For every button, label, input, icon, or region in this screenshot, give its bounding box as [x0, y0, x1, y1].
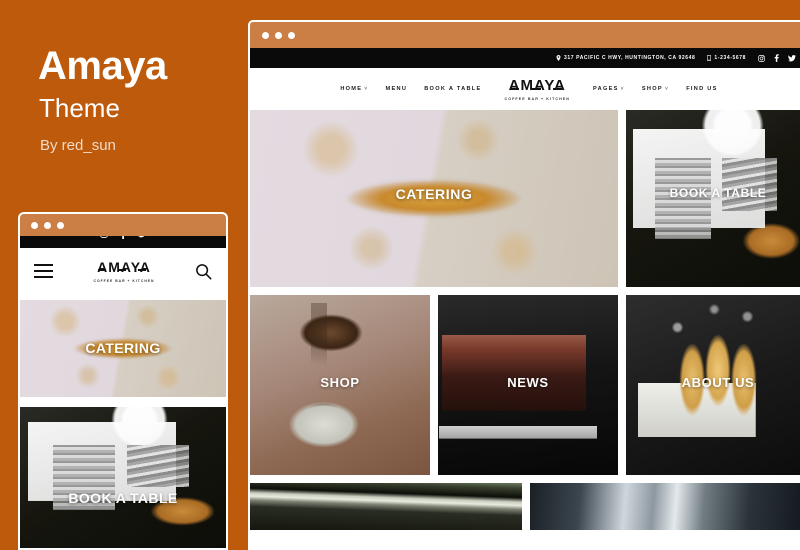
hamburger-menu-icon[interactable] [34, 264, 53, 278]
mobile-site-logo[interactable]: AMAYA COFFEE BAR + KITCHEN [94, 259, 155, 283]
phone-item[interactable]: 1-234-5678 [707, 55, 746, 61]
facebook-icon[interactable] [774, 54, 779, 62]
chevron-down-icon: ˅ [620, 86, 625, 92]
logo-bar-2-icon [531, 87, 541, 90]
location-pin-icon [556, 55, 561, 61]
nav-item-pages[interactable]: PAGES ˅ [593, 86, 625, 92]
close-dot-icon[interactable] [31, 221, 38, 229]
nav-item-pages-label: PAGES [592, 86, 619, 92]
logo-bar-3-icon [138, 269, 147, 271]
page-title: Amaya [38, 44, 167, 88]
desktop-preview-window: 317 PACIFIC C HWY, HUNTINGTON, CA 92648 … [248, 20, 800, 550]
screenshot-stage: Amaya Theme By red_sun 317 PACIFIC C HWY… [0, 0, 800, 550]
tile-news-label: NEWS [507, 375, 549, 390]
nav-item-book-a-table[interactable]: BOOK A TABLE [424, 86, 481, 92]
chevron-down-icon: ˅ [364, 86, 369, 92]
instagram-icon[interactable] [99, 236, 108, 238]
search-icon[interactable] [195, 263, 212, 280]
social-links[interactable] [758, 54, 796, 62]
tile-shop[interactable]: SHOP [250, 295, 430, 475]
logo-tagline: COFFEE BAR + KITCHEN [504, 97, 570, 101]
logo-bar-2-icon [118, 269, 127, 271]
mobile-tile-grid: CATERING BOOK A TABLE [20, 294, 226, 548]
tile-about-us-label: ABOUT US [681, 375, 755, 390]
maximize-dot-icon[interactable] [288, 31, 295, 39]
tile-espresso-portafilter[interactable] [530, 483, 800, 530]
address-item: 317 PACIFIC C HWY, HUNTINGTON, CA 92648 [556, 55, 695, 61]
logo-word-text: AMAYA [97, 259, 151, 275]
tile-shop-label: SHOP [320, 375, 360, 390]
tile-book-a-table-label: BOOK A TABLE [669, 186, 767, 200]
tile-grid: CATERING BOOK A TABLE SHOP NEWS ABOUT US [250, 110, 800, 530]
minimize-dot-icon[interactable] [275, 31, 282, 39]
minimize-dot-icon[interactable] [44, 221, 51, 229]
logo-wordmark: AMAYA [97, 260, 151, 274]
tile-catering-label: CATERING [395, 186, 473, 202]
nav-item-home[interactable]: HOME ˅ [340, 86, 368, 92]
close-dot-icon[interactable] [262, 31, 269, 39]
nav-item-find-us-label: FIND US [686, 86, 718, 92]
nav-item-menu-label: MENU [385, 86, 408, 92]
chevron-down-icon: ˅ [664, 86, 670, 92]
phone-text: 1-234-5678 [714, 55, 746, 61]
phone-icon [707, 55, 712, 61]
promo-author: By red_sun [40, 137, 116, 154]
logo-bar-3-icon [552, 87, 562, 90]
twitter-icon[interactable] [137, 236, 147, 238]
tile-news[interactable]: NEWS [438, 295, 618, 475]
mobile-window-controls[interactable] [31, 221, 64, 229]
mobile-navigation[interactable]: AMAYA COFFEE BAR + KITCHEN [20, 248, 226, 294]
logo-bar-1-icon [98, 269, 107, 271]
nav-item-find-us[interactable]: FIND US [686, 86, 717, 92]
twitter-icon[interactable] [788, 54, 796, 62]
nav-item-shop[interactable]: SHOP ˅ [642, 86, 669, 92]
site-topbar: 317 PACIFIC C HWY, HUNTINGTON, CA 92648 … [250, 48, 800, 68]
desktop-window-chrome [250, 22, 800, 48]
site-logo[interactable]: AMAYA COFFEE BAR + KITCHEN [499, 77, 576, 101]
mobile-preview-window: AMAYA COFFEE BAR + KITCHEN CATERING BOOK… [18, 212, 228, 550]
burger-line [34, 276, 53, 278]
mobile-tile-catering-label: CATERING [85, 340, 161, 356]
mobile-tile-book-a-table[interactable]: BOOK A TABLE [20, 407, 226, 548]
facebook-icon[interactable] [120, 236, 126, 239]
logo-wordmark: AMAYA [509, 78, 566, 93]
window-controls[interactable] [262, 31, 295, 39]
mobile-tile-book-a-table-label: BOOK A TABLE [68, 490, 178, 506]
nav-item-shop-label: SHOP [641, 86, 663, 92]
nav-item-menu[interactable]: MENU [386, 86, 408, 92]
mobile-window-chrome [20, 214, 226, 236]
burger-line [34, 264, 53, 266]
promo-subtitle: Theme [39, 93, 120, 123]
logo-word-text: AMAYA [508, 77, 566, 94]
mobile-site-topbar [20, 236, 226, 248]
instagram-icon[interactable] [758, 54, 765, 62]
logo-tagline: COFFEE BAR + KITCHEN [93, 279, 155, 283]
tile-catering[interactable]: CATERING [250, 110, 618, 287]
logo-bar-1-icon [509, 87, 519, 90]
tile-about-us[interactable]: ABOUT US [626, 295, 800, 475]
tile-book-a-table[interactable]: BOOK A TABLE [626, 110, 800, 287]
nav-item-home-label: HOME [340, 86, 363, 92]
mobile-tile-catering[interactable]: CATERING [20, 300, 226, 397]
burger-line [34, 270, 53, 272]
tile-cafe-counter[interactable] [250, 483, 522, 530]
nav-item-book-a-table-label: BOOK A TABLE [424, 86, 482, 92]
maximize-dot-icon[interactable] [57, 221, 64, 229]
site-navigation[interactable]: HOME ˅ MENU BOOK A TABLE AMAYA COFFEE BA… [250, 68, 800, 110]
address-text: 317 PACIFIC C HWY, HUNTINGTON, CA 92648 [564, 55, 696, 61]
